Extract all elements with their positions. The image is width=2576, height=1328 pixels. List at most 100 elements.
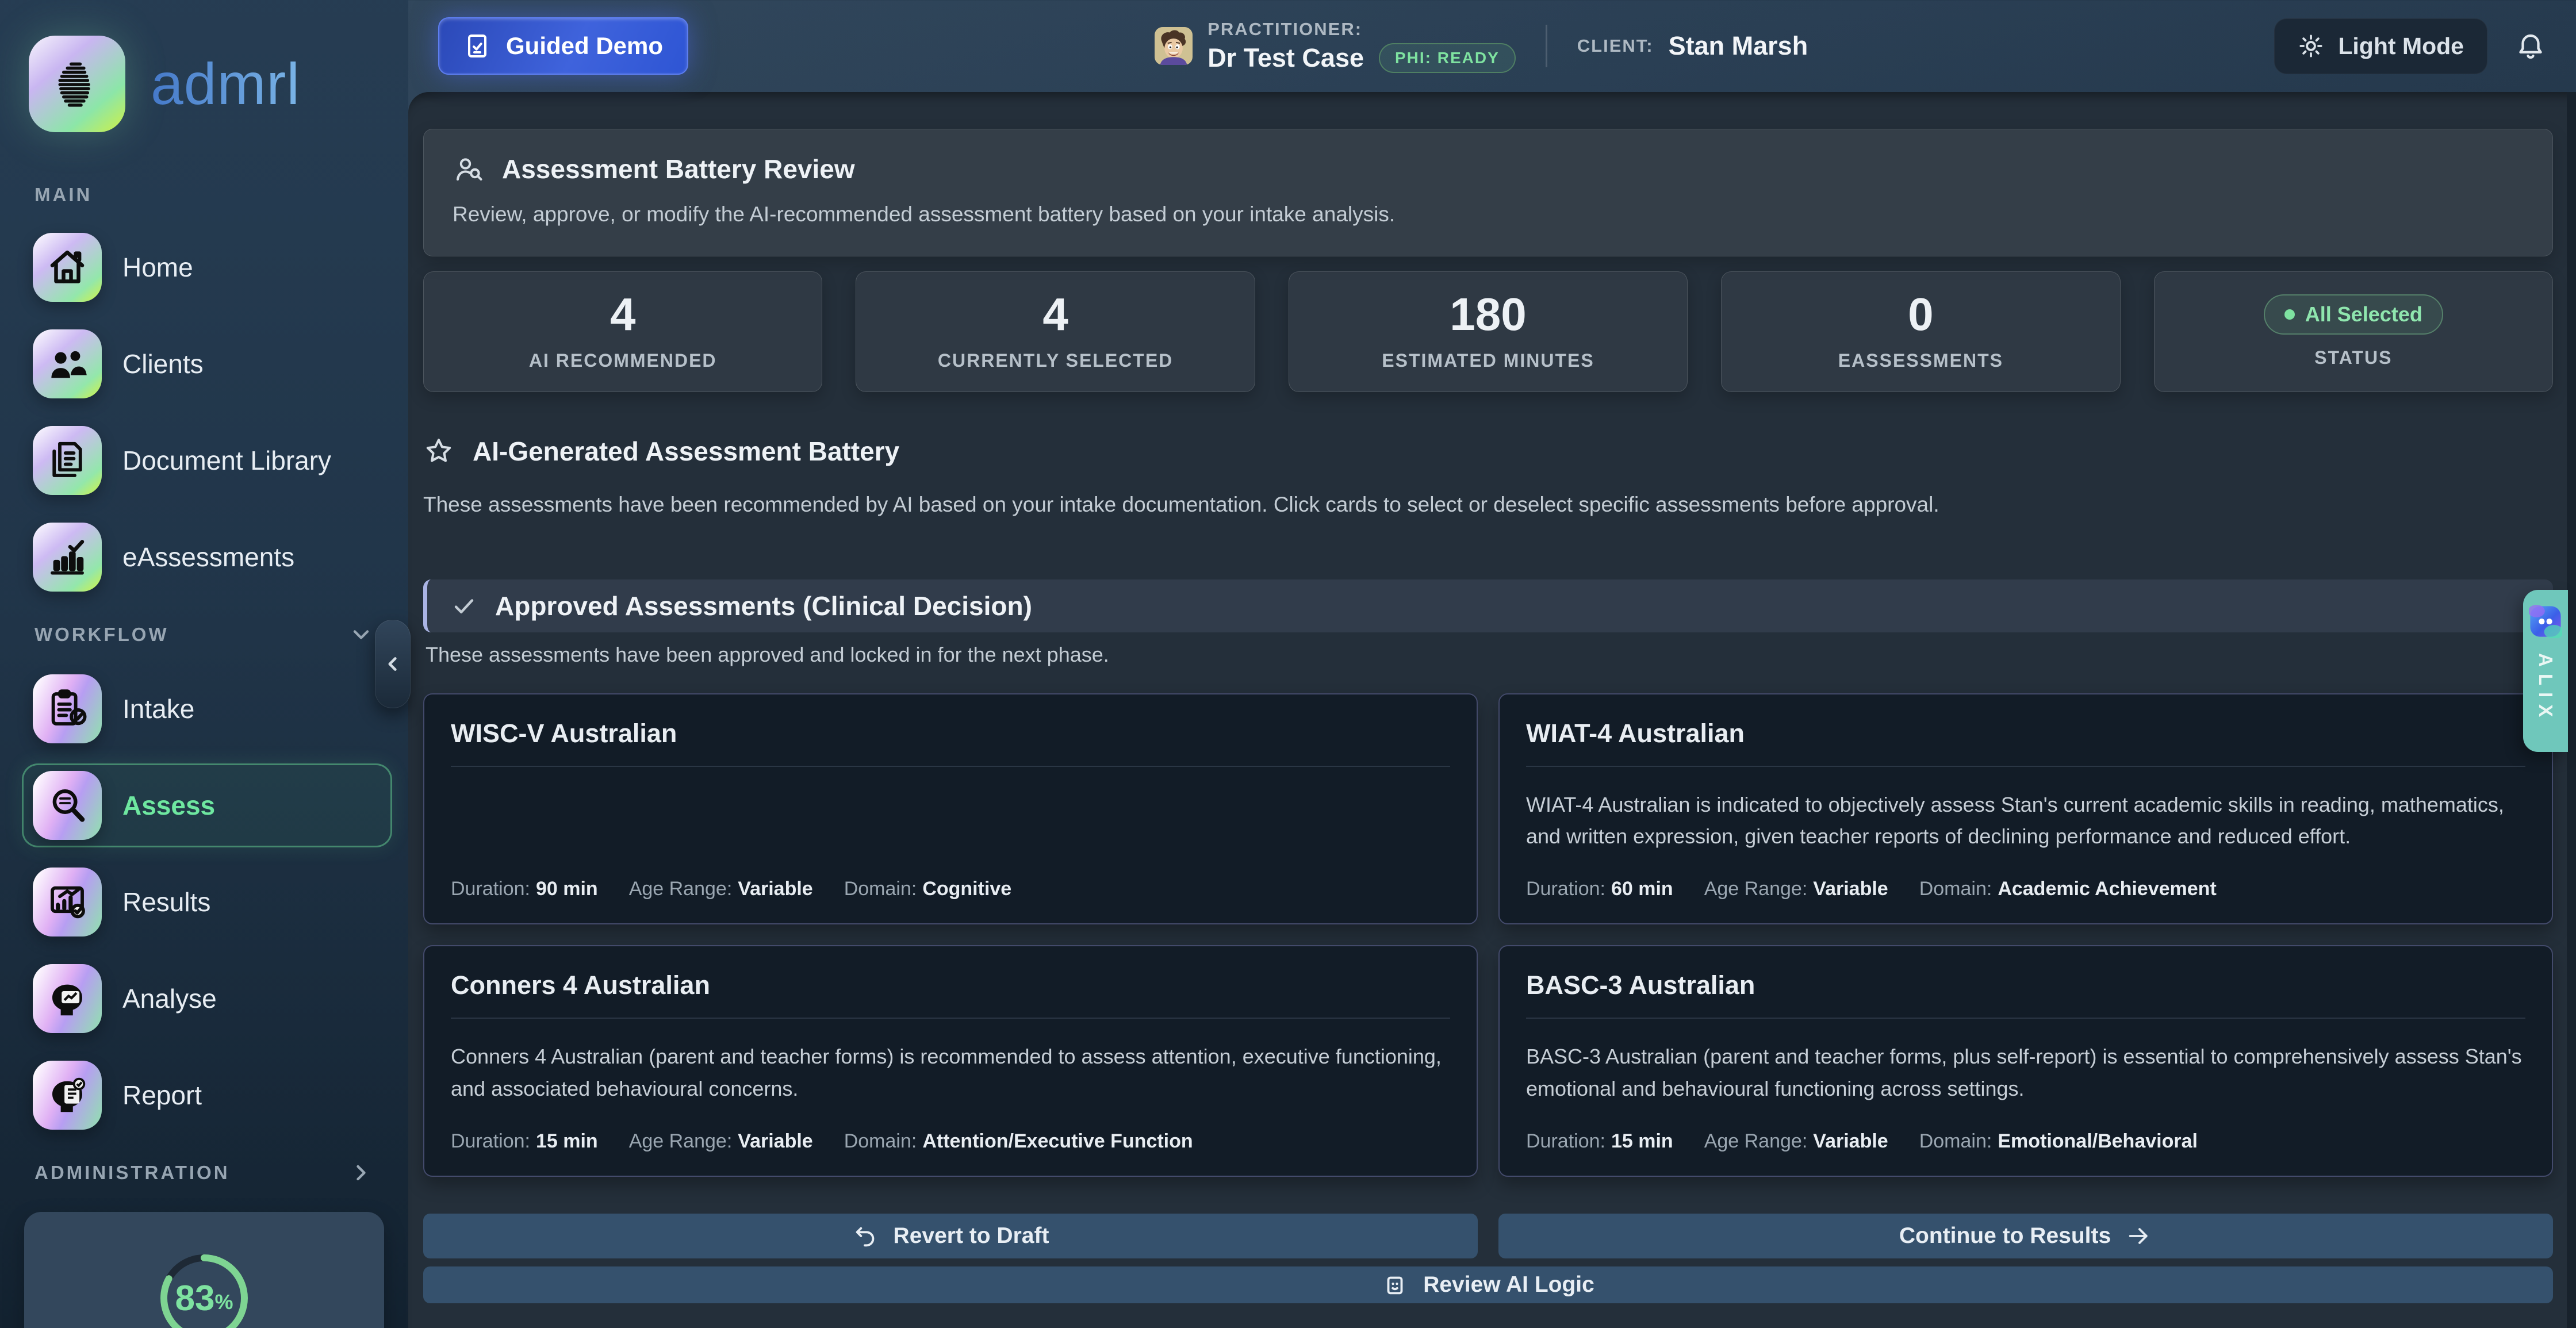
sidebar-item-clients[interactable]: Clients: [22, 322, 392, 406]
notifications-bell-icon[interactable]: [2515, 30, 2546, 62]
arrow-right-icon: [2126, 1223, 2152, 1249]
card-divider: [1526, 766, 2525, 767]
assessment-meta: Duration:15 minAge Range:VariableDomain:…: [451, 1105, 1450, 1153]
assessment-card-conners-4-australian[interactable]: Conners 4 AustralianConners 4 Australian…: [423, 945, 1478, 1177]
sidebar-section-workflow[interactable]: WORKFLOW: [34, 622, 374, 647]
sidebar-collapse-button[interactable]: [375, 620, 411, 708]
assessment-age-range: Age Range:Variable: [1704, 1130, 1888, 1153]
scrollbar[interactable]: [2567, 92, 2576, 1328]
home-icon: [33, 233, 102, 302]
assessment-name: WIAT-4 Australian: [1526, 719, 2525, 749]
status-dot-icon: [2284, 309, 2295, 320]
assessment-cards-grid: WISC-V Australian Duration:90 min Age Rang…: [423, 693, 2553, 1177]
approved-title: Approved Assessments (Clinical Decision): [495, 590, 1032, 621]
header-divider: [1546, 25, 1547, 67]
assessment-duration: Duration:90 min: [451, 878, 598, 900]
assessment-description: BASC-3 Australian (parent and teacher fo…: [1526, 1041, 2525, 1105]
assessment-description: WIAT-4 Australian is indicated to object…: [1526, 789, 2525, 853]
stat-label: EASSESSMENTS: [1838, 350, 2003, 371]
continue-to-results-button[interactable]: Continue to Results: [1498, 1214, 2553, 1258]
sidebar-section-administration[interactable]: ADMINISTRATION: [34, 1160, 374, 1185]
sidebar-item-eassessments[interactable]: eAssessments: [22, 515, 392, 599]
progress-unit: %: [214, 1290, 233, 1314]
sun-icon: [2298, 33, 2324, 59]
approved-subtitle: These assessments have been approved and…: [425, 643, 2553, 667]
progress-value: 83: [175, 1278, 215, 1319]
assessment-card-basc-3-australian[interactable]: BASC-3 AustralianBASC-3 Australian (pare…: [1498, 945, 2553, 1177]
sidebar-item-label: Home: [122, 252, 193, 283]
sidebar-item-label: eAssessments: [122, 542, 294, 573]
revert-to-draft-button[interactable]: Revert to Draft: [423, 1214, 1478, 1258]
assessment-age-range: Age Range:Variable: [629, 1130, 813, 1153]
document-library-icon: [33, 426, 102, 495]
sidebar-item-analyse[interactable]: Analyse: [22, 957, 392, 1041]
guided-demo-button[interactable]: Guided Demo: [438, 17, 688, 75]
stat-card-ai-recommended: 4AI RECOMMENDED: [423, 271, 822, 392]
sidebar-item-document-library[interactable]: Document Library: [22, 419, 392, 502]
stat-card-currently-selected: 4CURRENTLY SELECTED: [856, 271, 1255, 392]
intake-icon: [33, 674, 102, 743]
sidebar-item-label: Clients: [122, 348, 204, 379]
review-ai-logic-button[interactable]: Review AI Logic: [423, 1266, 2553, 1303]
stat-label: STATUS: [2314, 347, 2392, 369]
sidebar-item-report[interactable]: Report: [22, 1053, 392, 1137]
assessment-meta: Duration:90 minAge Range:VariableDomain:…: [451, 853, 1450, 900]
assessment-domain: Domain:Emotional/Behavioral: [1919, 1130, 2198, 1153]
ai-battery-title: AI-Generated Assessment Battery: [473, 436, 899, 467]
stat-value: 4: [1042, 291, 1068, 337]
stat-label: AI RECOMMENDED: [529, 350, 717, 371]
stat-card-status: All Selected STATUS: [2154, 271, 2553, 392]
battery-review-banner: Assessment Battery Review Review, approv…: [423, 129, 2553, 256]
sidebar-item-intake[interactable]: Intake: [22, 667, 392, 751]
sidebar: admrl MAIN HomeClientsDocument LibraryeA…: [0, 0, 408, 1328]
eassessments-icon: [33, 523, 102, 592]
sidebar-item-home[interactable]: Home: [22, 225, 392, 309]
brand: admrl: [0, 0, 408, 132]
star-icon: [423, 436, 454, 467]
undo-arrow-icon: [852, 1223, 879, 1249]
assessment-name: Conners 4 Australian: [451, 970, 1450, 1000]
approved-assessments-header: Approved Assessments (Clinical Decision): [423, 579, 2553, 632]
sidebar-item-label: Document Library: [122, 445, 331, 476]
page-title: Assessment Battery Review: [502, 153, 855, 185]
client-name: Stan Marsh: [1669, 31, 1808, 61]
stats-row: 4AI RECOMMENDED4CURRENTLY SELECTED180EST…: [423, 271, 2553, 392]
sidebar-item-label: Intake: [122, 693, 194, 724]
main-content: Assessment Battery Review Review, approv…: [408, 92, 2576, 1328]
brand-name: admrl: [151, 51, 300, 118]
practitioner-name: Dr Test Case: [1208, 43, 1364, 73]
assessment-age-range: Age Range:Variable: [1704, 878, 1888, 900]
sidebar-item-assess[interactable]: Assess: [22, 763, 392, 847]
assessment-meta: Duration:60 minAge Range:VariableDomain:…: [1526, 853, 2525, 900]
workflow-progress-ring: 83 %: [155, 1249, 254, 1328]
assessment-name: WISC-V Australian: [451, 719, 1450, 749]
card-divider: [451, 1018, 1450, 1019]
alix-assistant-tab[interactable]: ALIX: [2523, 590, 2568, 752]
results-icon: [33, 868, 102, 936]
ai-battery-subtitle: These assessments have been recommended …: [423, 490, 2553, 520]
assessment-card-wisc-v-australian[interactable]: WISC-V Australian Duration:90 min Age Rang…: [423, 693, 1478, 925]
status-badge: All Selected: [2264, 294, 2443, 335]
card-divider: [451, 766, 1450, 767]
alix-label: ALIX: [2535, 653, 2556, 724]
assessment-card-wiat-4-australian[interactable]: WIAT-4 Australian WIAT-4 Australian is in…: [1498, 693, 2553, 925]
practitioner-avatar: [1155, 27, 1193, 65]
alix-logo-icon: [2529, 605, 2562, 638]
sidebar-item-label: Assess: [122, 790, 215, 821]
sidebar-item-label: Report: [122, 1080, 202, 1111]
stat-label: ESTIMATED MINUTES: [1382, 350, 1594, 371]
chevron-down-icon: [348, 622, 374, 647]
light-mode-button[interactable]: Light Mode: [2274, 18, 2487, 74]
practitioner-block: PRACTITIONER: Dr Test Case PHI: READY: [1208, 19, 1516, 73]
assessment-age-range: Age Range:Variable: [629, 878, 813, 900]
workflow-progress-card: 83 % Workflow Progress: [24, 1212, 384, 1328]
report-icon: [33, 1061, 102, 1130]
bot-face-icon: [1382, 1272, 1408, 1298]
assess-icon: [33, 771, 102, 840]
assessment-duration: Duration:15 min: [1526, 1130, 1673, 1153]
assessment-domain: Domain:Academic Achievement: [1919, 878, 2217, 900]
user-search-icon: [453, 153, 484, 185]
assessment-meta: Duration:15 min Age Range:Variable Domain:…: [1526, 1105, 2525, 1153]
sidebar-item-results[interactable]: Results: [22, 860, 392, 944]
stat-card-estimated-minutes: 180ESTIMATED MINUTES: [1289, 271, 1688, 392]
